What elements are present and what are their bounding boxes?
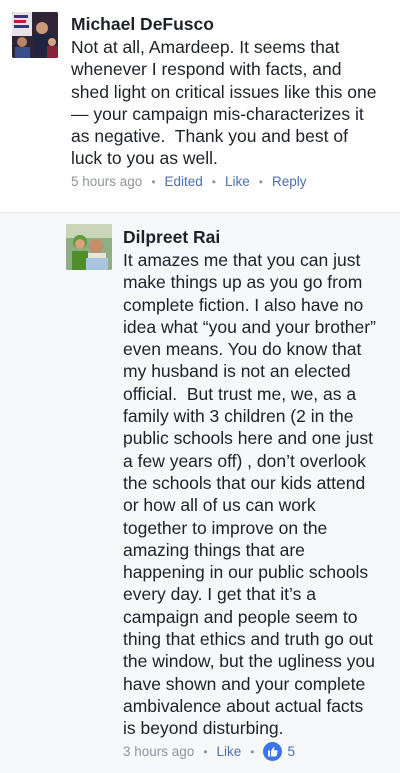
comment-author[interactable]: Dilpreet Rai: [123, 227, 220, 248]
reply-button[interactable]: Reply: [272, 174, 307, 189]
reaction-count[interactable]: 5: [287, 744, 295, 759]
separator-dot: •: [203, 744, 208, 759]
profile-photo-icon[interactable]: [12, 12, 58, 58]
reply-card: Dilpreet Rai It amazes me that you can j…: [0, 213, 400, 773]
separator-dot: •: [258, 174, 263, 189]
comment-meta: 3 hours ago • Like • 5: [123, 742, 295, 761]
comment-meta: 5 hours ago • Edited • Like • Reply: [71, 174, 306, 189]
like-button[interactable]: Like: [217, 744, 242, 759]
comment-author[interactable]: Michael DeFusco: [71, 14, 214, 35]
profile-photo-icon[interactable]: [66, 224, 112, 270]
comment-card: Michael DeFusco Not at all, Amardeep. It…: [0, 0, 400, 213]
comment-text: Not at all, Amardeep. It seems that when…: [71, 37, 377, 169]
separator-dot: •: [250, 744, 255, 759]
separator-dot: •: [151, 174, 156, 189]
comment-text: It amazes me that you can just make thin…: [123, 250, 376, 739]
edited-link[interactable]: Edited: [165, 174, 203, 189]
thumbs-up-icon[interactable]: [263, 742, 283, 761]
separator-dot: •: [211, 174, 216, 189]
like-button[interactable]: Like: [225, 174, 250, 189]
comment-timestamp[interactable]: 5 hours ago: [71, 174, 142, 189]
comment-timestamp[interactable]: 3 hours ago: [123, 744, 194, 759]
